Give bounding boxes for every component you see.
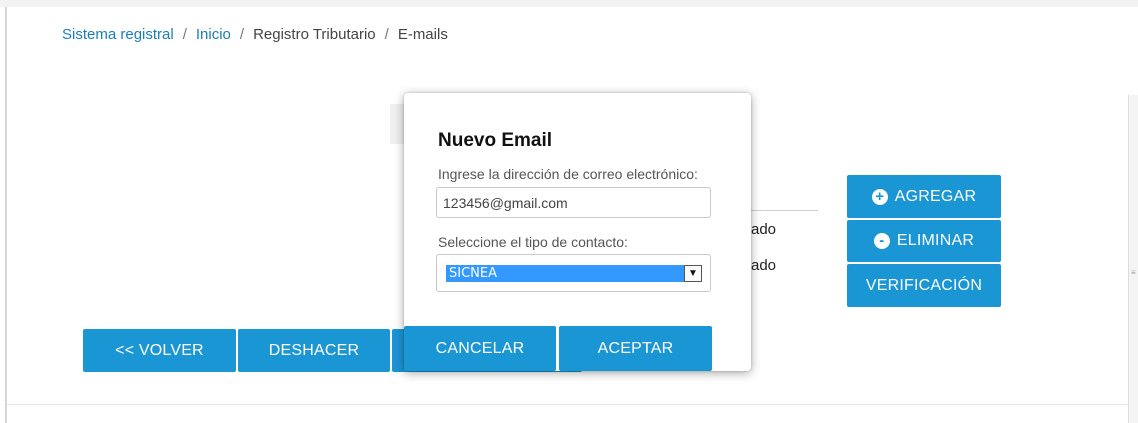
breadcrumb-item-registro-tributario: Registro Tributario: [253, 26, 376, 43]
email-label: Ingrese la dirección de correo electróni…: [438, 166, 698, 182]
breadcrumb-link-inicio[interactable]: Inicio: [196, 26, 231, 43]
top-strip: [0, 0, 1138, 7]
undo-button[interactable]: DESHACER: [238, 329, 390, 372]
breadcrumb-separator: /: [384, 26, 389, 43]
breadcrumb-separator: /: [182, 26, 187, 43]
plus-circle-icon: +: [871, 188, 888, 205]
dialog-title: Nuevo Email: [438, 130, 553, 151]
accept-button[interactable]: ACEPTAR: [559, 326, 712, 371]
remove-button-label: ELIMINAR: [896, 232, 975, 249]
background-row-text: ado: [751, 221, 777, 238]
breadcrumb-link-sistema-registral[interactable]: Sistema registral: [62, 26, 174, 43]
remove-button[interactable]: - ELIMINAR: [847, 220, 1001, 262]
email-input[interactable]: [436, 187, 711, 218]
verify-button[interactable]: VERIFICACIÓN: [847, 264, 1001, 307]
cancel-button[interactable]: CANCELAR: [404, 326, 556, 371]
breadcrumb-item-emails: E-mails: [397, 26, 448, 43]
scrollbar-grip-icon: ≡: [1131, 268, 1136, 277]
background-table-divider: [750, 210, 818, 211]
bottom-divider: [7, 404, 1128, 405]
chevron-down-icon[interactable]: ▼: [684, 265, 702, 282]
back-button[interactable]: << VOLVER: [83, 329, 236, 372]
breadcrumb-separator: /: [239, 26, 245, 43]
add-button-label: AGREGAR: [894, 187, 977, 205]
add-button[interactable]: + AGREGAR: [847, 175, 1001, 218]
background-panel-edge: [390, 104, 404, 144]
contact-type-label: Seleccione el tipo de contacto:: [438, 234, 628, 250]
contact-type-selected-value: SICNEA: [446, 265, 686, 282]
left-border: [5, 7, 7, 423]
background-row-text: ado: [751, 257, 777, 274]
minus-circle-icon: -: [873, 233, 890, 249]
scrollbar[interactable]: [1128, 95, 1138, 423]
breadcrumb: Sistema registral / Inicio / Registro Tribut…: [62, 26, 448, 43]
contact-type-select[interactable]: SICNEA ▼: [436, 254, 711, 292]
